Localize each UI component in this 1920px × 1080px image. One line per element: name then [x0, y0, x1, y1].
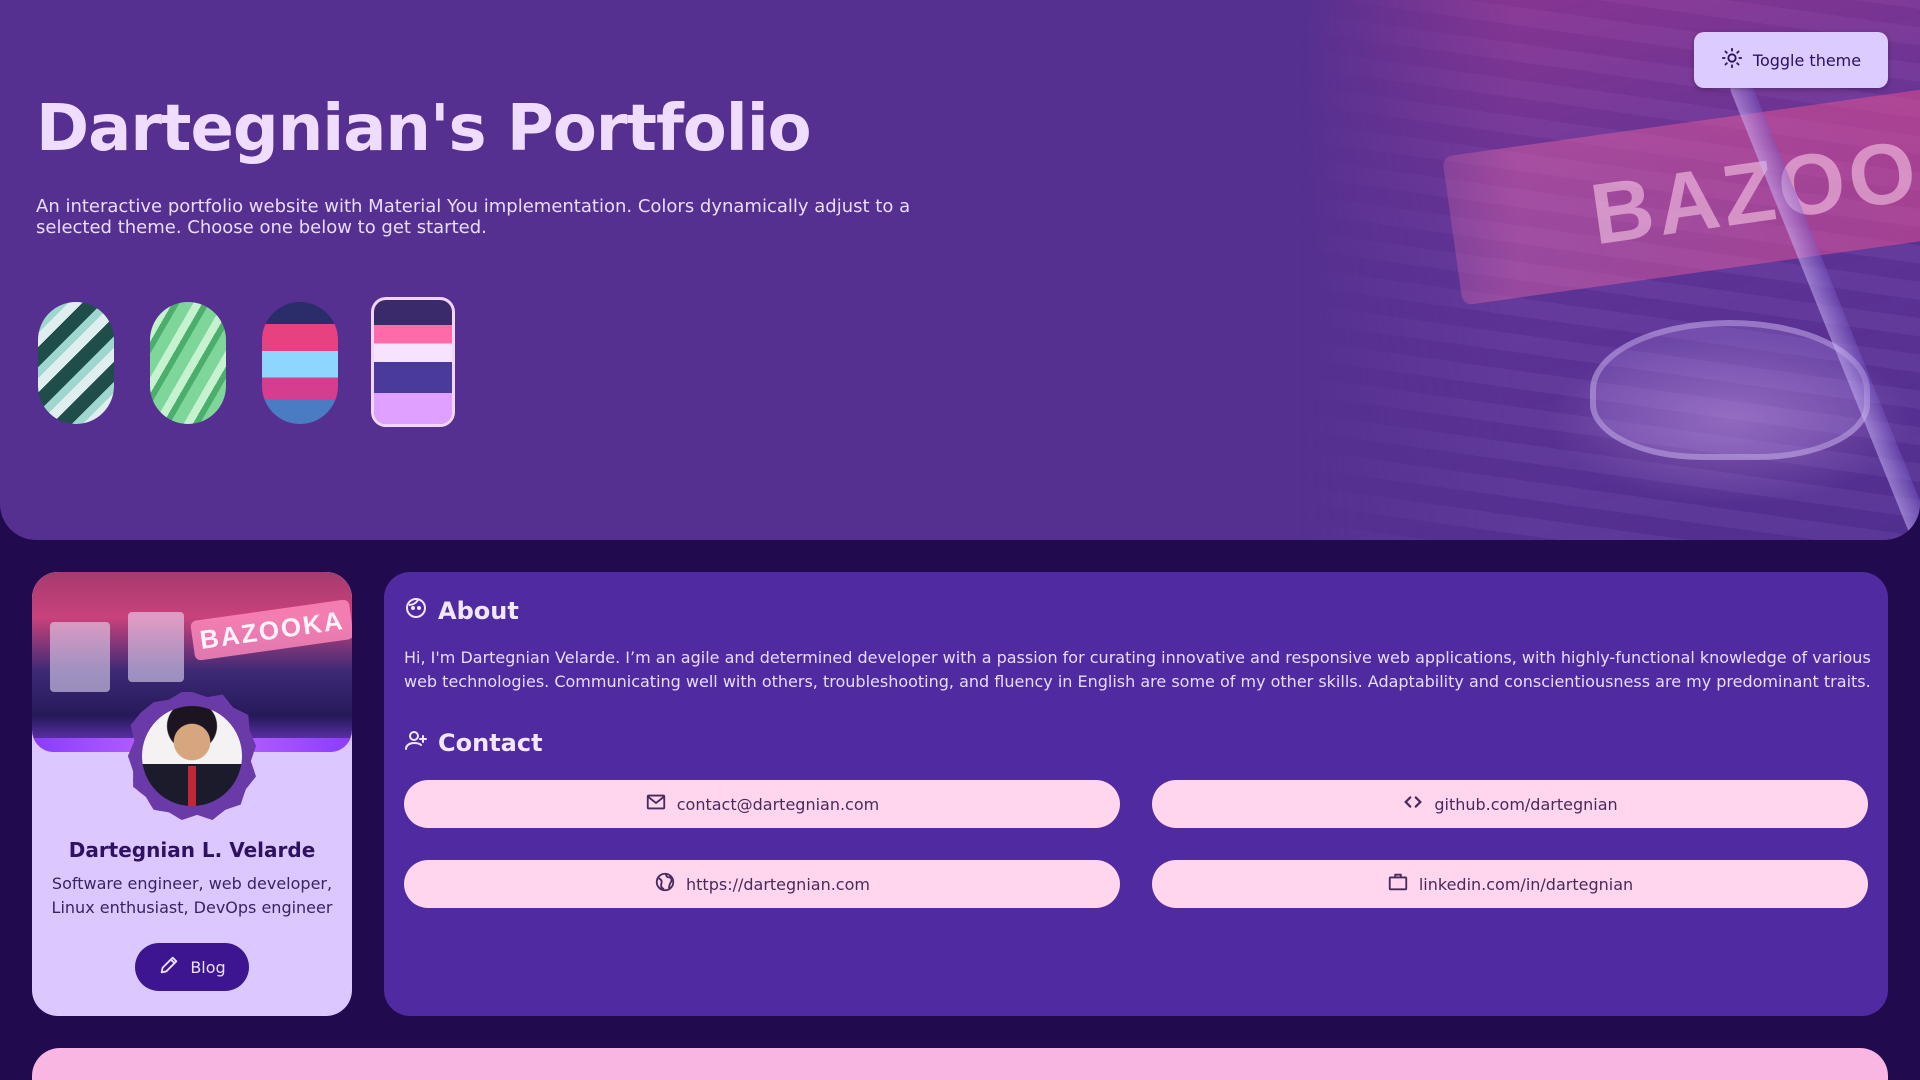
hero-banner: BAZOOKA Dartegnian's Portfolio An intera… [0, 0, 1920, 540]
about-heading-label: About [438, 597, 519, 625]
globe-icon [654, 871, 676, 897]
contact-heading-label: Contact [438, 729, 543, 757]
toggle-theme-button[interactable]: Toggle theme [1694, 32, 1888, 88]
email-label: contact@dartegnian.com [676, 794, 880, 814]
profile-name: Dartegnian L. Velarde [68, 838, 316, 862]
theme-option-4-selected[interactable] [371, 297, 455, 427]
code-icon [1402, 791, 1424, 817]
bazooka-sign-image: BAZOOKA [1442, 84, 1920, 306]
blog-button[interactable]: Blog [135, 943, 249, 991]
person-add-icon [404, 728, 428, 758]
theme-option-3[interactable] [262, 302, 338, 424]
about-heading: About [404, 596, 519, 626]
email-link[interactable]: contact@dartegnian.com [404, 780, 1120, 828]
toggle-theme-label: Toggle theme [1752, 50, 1862, 70]
avatar [128, 692, 256, 820]
cover-neon-sign: BAZOOKA [189, 599, 352, 661]
sun-icon [1721, 47, 1743, 73]
github-link[interactable]: github.com/dartegnian [1152, 780, 1868, 828]
theme-option-1[interactable] [38, 302, 114, 424]
about-text: Hi, I'm Dartegnian Velarde. I’m an agile… [404, 648, 1871, 691]
next-section-card [32, 1048, 1888, 1080]
page-title: Dartegnian's Portfolio [36, 92, 812, 166]
blog-label: Blog [190, 957, 226, 977]
website-link[interactable]: https://dartegnian.com [404, 860, 1120, 908]
briefcase-icon [1387, 871, 1409, 897]
contact-heading: Contact [404, 728, 543, 758]
website-label: https://dartegnian.com [686, 874, 870, 894]
face-icon [404, 596, 428, 626]
avatar-tie [188, 766, 196, 806]
linkedin-label: linkedin.com/in/dartegnian [1418, 874, 1634, 894]
profile-card: BAZOOKA Dartegnian L. Velarde Software e… [32, 572, 352, 1016]
arcade-bowl-image [1590, 320, 1870, 460]
about-contact-card: About Hi, I'm Dartegnian Velarde. I’m an… [384, 572, 1888, 1016]
cover-poster [128, 612, 184, 682]
pencil-icon [158, 954, 180, 980]
avatar-photo [142, 706, 242, 806]
cover-poster [50, 622, 110, 692]
mail-icon [645, 791, 667, 817]
linkedin-link[interactable]: linkedin.com/in/dartegnian [1152, 860, 1868, 908]
theme-selector [38, 297, 455, 427]
profile-role: Software engineer, web developer, Linux … [51, 874, 333, 917]
theme-option-2[interactable] [150, 302, 226, 424]
page-subtitle: An interactive portfolio website with Ma… [36, 196, 911, 238]
github-label: github.com/dartegnian [1434, 794, 1618, 814]
